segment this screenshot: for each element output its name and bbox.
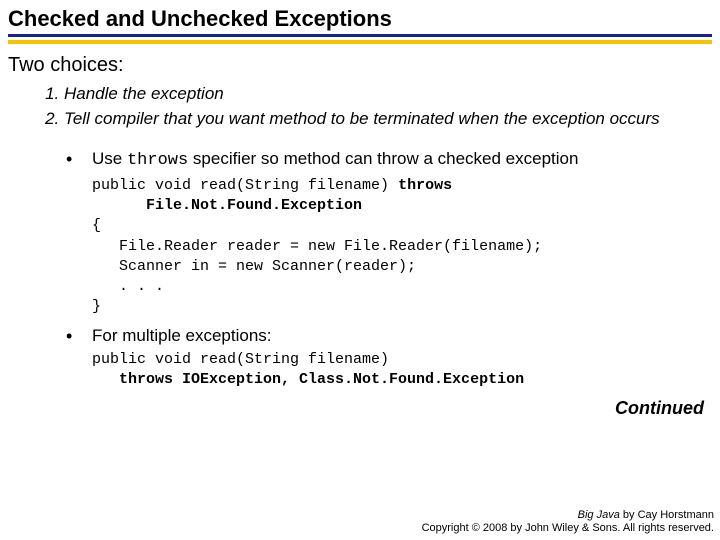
continued-label: Continued xyxy=(8,398,712,419)
code-block-1: public void read(String filename) throws… xyxy=(92,176,712,318)
code1-l7: } xyxy=(92,298,101,315)
bullet-1-pre: Use xyxy=(92,149,127,168)
code2-l2a: throws xyxy=(92,371,182,388)
footer-book: Big Java xyxy=(578,509,620,521)
code2-l2b: IOException, Class.Not.Found.Exception xyxy=(182,371,524,388)
code1-l1a: public void read(String filename) xyxy=(92,177,398,194)
bullet-1-post: specifier so method can throw a checked … xyxy=(188,149,578,168)
bullet-2: For multiple exceptions: xyxy=(66,326,712,346)
code2-l1: public void read(String filename) xyxy=(92,351,389,368)
bullet-list: Use throws specifier so method can throw… xyxy=(8,149,712,170)
code1-l6: . . . xyxy=(92,278,164,295)
code1-l1b: throws xyxy=(398,177,452,194)
bullet-list-2: For multiple exceptions: xyxy=(8,326,712,346)
numbered-item-1: Handle the exception xyxy=(64,83,712,106)
title-underline xyxy=(8,34,712,44)
footer-copyright: Copyright © 2008 by John Wiley & Sons. A… xyxy=(422,522,714,536)
bullet-1-code: throws xyxy=(127,151,188,170)
bullet-1: Use throws specifier so method can throw… xyxy=(66,149,712,170)
code-block-2: public void read(String filename) throws… xyxy=(92,350,712,391)
code1-l3: { xyxy=(92,217,101,234)
numbered-item-2: Tell compiler that you want method to be… xyxy=(64,108,712,131)
slide: Checked and Unchecked Exceptions Two cho… xyxy=(0,0,720,540)
rule-yellow xyxy=(8,40,712,44)
numbered-list: Handle the exception Tell compiler that … xyxy=(8,83,712,131)
slide-title: Checked and Unchecked Exceptions xyxy=(8,6,712,32)
rule-blue xyxy=(8,34,712,37)
lead-text: Two choices: xyxy=(8,54,712,77)
code1-l5: Scanner in = new Scanner(reader); xyxy=(92,258,416,275)
code1-l4: File.Reader reader = new File.Reader(fil… xyxy=(92,238,542,255)
footer-author: by Cay Horstmann xyxy=(620,509,714,521)
footer: Big Java by Cay Horstmann Copyright © 20… xyxy=(422,509,714,537)
footer-line-1: Big Java by Cay Horstmann xyxy=(422,509,714,523)
code1-l2: File.Not.Found.Exception xyxy=(92,197,362,214)
